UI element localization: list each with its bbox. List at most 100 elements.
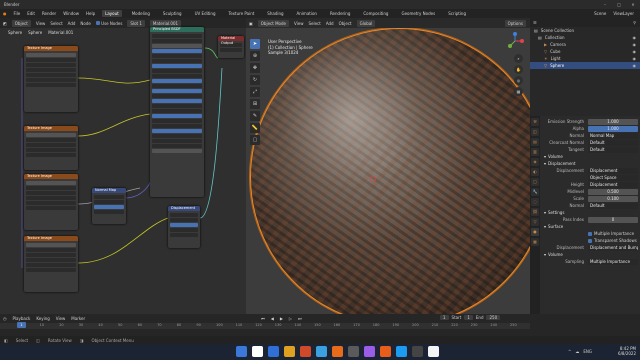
visibility-eye-icon[interactable]: ◉ (633, 41, 637, 48)
property-field[interactable]: Object Space (588, 174, 638, 181)
marker-menu[interactable]: Marker (71, 316, 85, 321)
checkbox-icon[interactable] (588, 231, 592, 236)
modifier-tab-icon[interactable]: 🔧 (531, 188, 539, 196)
taskbar-app-icon[interactable] (428, 346, 439, 357)
clock[interactable]: 8:42 PM 6/8/2022 (618, 346, 636, 356)
visibility-eye-icon[interactable]: ◉ (633, 55, 637, 62)
constraints-tab-icon[interactable]: ⛓ (531, 208, 539, 216)
chevron-down-icon[interactable]: ▾ (544, 209, 546, 216)
displacement-node[interactable]: Displacement (168, 206, 200, 248)
play-icon[interactable]: ▶ (280, 316, 283, 321)
cursor-tool-icon[interactable]: ⊕ (250, 51, 260, 61)
taskbar-app-icon[interactable] (252, 346, 263, 357)
checkbox-icon[interactable] (588, 238, 592, 243)
visibility-eye-icon[interactable]: ◉ (633, 62, 637, 69)
tab-scripting[interactable]: Scripting (445, 10, 469, 17)
section-label[interactable]: Volume (548, 153, 563, 160)
outliner-filter-icon[interactable]: ⚲ (633, 20, 636, 25)
blender-logo-icon[interactable]: ● (3, 11, 7, 16)
chevron-down-icon[interactable]: ▾ (544, 251, 546, 258)
options-dropdown[interactable]: Options (504, 19, 526, 27)
taskbar-app-icon[interactable] (412, 346, 423, 357)
tab-uv-editing[interactable]: UV Editing (192, 10, 219, 17)
tab-shading[interactable]: Shading (264, 10, 286, 17)
editor-type-icon[interactable]: ▣ (249, 21, 253, 26)
onedrive-icon[interactable]: ☁ (575, 349, 579, 354)
property-field[interactable]: Default (588, 139, 638, 146)
step-back-icon[interactable]: ◀ (271, 316, 274, 321)
visibility-eye-icon[interactable]: ◉ (633, 34, 637, 41)
scene-tab-icon[interactable]: ◈ (531, 158, 539, 166)
playback-menu[interactable]: Playback (13, 316, 31, 321)
outliner-camera[interactable]: ▶ Camera ◉ (530, 41, 640, 48)
measure-tool-icon[interactable]: 📏 (250, 123, 260, 133)
scene-selector[interactable]: Scene (594, 11, 606, 16)
chevron-down-icon[interactable]: ▾ (544, 223, 546, 230)
physics-tab-icon[interactable]: ◌ (531, 198, 539, 206)
viewport-add-menu[interactable]: Add (326, 21, 334, 26)
tab-animation[interactable]: Animation (294, 10, 320, 17)
menu-render[interactable]: Render (42, 11, 56, 16)
texture-tab-icon[interactable]: ▦ (531, 238, 539, 246)
render-tab-icon[interactable]: ◫ (531, 128, 539, 136)
property-field[interactable]: Default (588, 202, 638, 209)
keying-menu[interactable]: Keying (36, 316, 49, 321)
playhead[interactable]: 1 (17, 322, 26, 328)
camera-view-icon[interactable]: ◎ (514, 76, 523, 85)
move-tool-icon[interactable]: ✥ (250, 63, 260, 73)
section-label[interactable]: Displacement (548, 160, 576, 167)
object-tab-icon[interactable]: ▢ (531, 178, 539, 186)
world-tab-icon[interactable]: ◐ (531, 168, 539, 176)
menu-help[interactable]: Help (86, 11, 95, 16)
tray-overflow-icon[interactable]: ^ (568, 349, 571, 354)
minimize-button[interactable]: – (598, 2, 612, 7)
pan-hand-icon[interactable]: ✋ (514, 65, 523, 74)
current-frame-field[interactable]: 1 (440, 315, 449, 320)
viewport-object-menu[interactable]: Object (339, 21, 352, 26)
tab-sculpting[interactable]: Sculpting (160, 10, 185, 17)
viewport-view-menu[interactable]: View (294, 21, 304, 26)
taskbar-app-icon[interactable] (284, 346, 295, 357)
timeline-view-menu[interactable]: View (56, 316, 66, 321)
tab-texture-paint[interactable]: Texture Paint (225, 10, 257, 17)
timeline-editor-icon[interactable]: ◷ (3, 316, 7, 321)
select-box-tool-icon[interactable]: ➤ (250, 39, 260, 49)
section-label[interactable]: Settings (548, 209, 564, 216)
output-tab-icon[interactable]: ▤ (531, 138, 539, 146)
outliner-editor-icon[interactable]: ☰ (533, 20, 537, 25)
menu-file[interactable]: File (14, 11, 21, 16)
perspective-toggle-icon[interactable]: ▦ (514, 87, 523, 96)
section-label[interactable]: Volume (548, 251, 563, 258)
taskbar-app-icon[interactable] (316, 346, 327, 357)
property-field[interactable]: Multiple Importance (588, 258, 638, 265)
view-layer-selector[interactable]: ViewLayer (613, 11, 634, 16)
outliner-cube[interactable]: ▽ Cube ◉ (530, 48, 640, 55)
texture-image-node-3[interactable]: Texture Image (24, 174, 78, 230)
jump-start-icon[interactable]: ⏮ (261, 316, 265, 321)
outliner-sphere[interactable]: ▽ Sphere ◉ (530, 62, 640, 69)
zoom-icon[interactable]: ⌕ (514, 54, 523, 63)
property-field[interactable]: 0.100 (588, 195, 638, 202)
outliner-collection[interactable]: ▤ Collection ◉ (530, 34, 640, 41)
tool-tab-icon[interactable]: ⚒ (531, 118, 539, 126)
timeline[interactable]: ◷ Playback Keying View Marker ⏮ ◀ ▶ ▷ ⏭ … (0, 314, 640, 336)
annotate-tool-icon[interactable]: ✎ (250, 111, 260, 121)
maximize-button[interactable]: □ (612, 2, 626, 7)
language-indicator[interactable]: ENG (583, 349, 592, 354)
3d-viewport[interactable]: ▣ Object Mode View Select Add Object Glo… (246, 18, 530, 314)
property-field[interactable]: Displacement (588, 167, 638, 174)
data-tab-icon[interactable]: ▽ (531, 218, 539, 226)
rotate-tool-icon[interactable]: ↻ (250, 75, 260, 85)
menu-window[interactable]: Window (63, 11, 79, 16)
taskbar-app-icon[interactable] (268, 346, 279, 357)
tab-layout[interactable]: Layout (102, 10, 122, 17)
material-output-node[interactable]: Material Output (218, 36, 244, 58)
transform-orientation-dropdown[interactable]: Global (356, 19, 376, 27)
chevron-down-icon[interactable]: ▾ (544, 160, 546, 167)
step-forward-icon[interactable]: ▷ (289, 316, 292, 321)
property-field[interactable]: Displacement and Bump (588, 244, 638, 251)
taskbar-app-icon[interactable] (396, 346, 407, 357)
outliner-scene-collection[interactable]: ▤ Scene Collection (530, 27, 640, 34)
chevron-down-icon[interactable]: ▾ (544, 153, 546, 160)
property-field[interactable]: Default (588, 146, 638, 153)
